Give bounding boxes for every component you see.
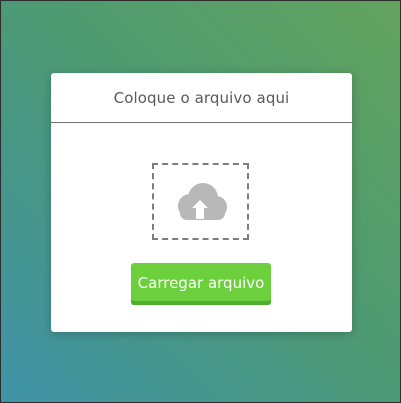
card-header: Coloque o arquivo aqui bbox=[51, 73, 352, 123]
page-background: Coloque o arquivo aqui Carregar arquivo bbox=[0, 0, 401, 403]
upload-file-button[interactable]: Carregar arquivo bbox=[131, 263, 271, 305]
cloud-upload-icon bbox=[177, 182, 227, 220]
upload-card: Coloque o arquivo aqui Carregar arquivo bbox=[51, 73, 352, 332]
card-title: Coloque o arquivo aqui bbox=[113, 88, 290, 107]
file-drop-zone[interactable] bbox=[152, 163, 249, 240]
